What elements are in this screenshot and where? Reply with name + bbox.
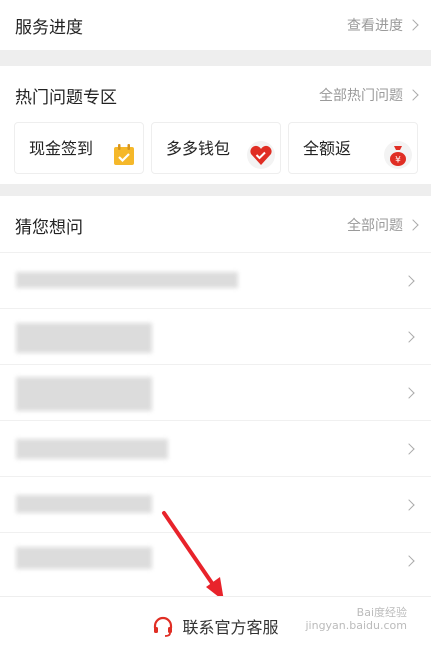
question-row[interactable]: [0, 308, 431, 364]
watermark-line1: Bai度经验: [356, 606, 407, 619]
all-questions-link[interactable]: 全部问题: [347, 215, 419, 235]
hot-item-cash-signin[interactable]: 现金签到: [14, 122, 144, 174]
service-progress-card: 服务进度 查看进度: [0, 0, 431, 50]
blurred-question-text: [16, 323, 152, 353]
contact-official-service-button[interactable]: 联系官方客服: [152, 614, 279, 638]
chevron-right-icon: [407, 89, 419, 101]
chevron-right-icon: [403, 443, 415, 455]
hot-item-label: 多多钱包: [166, 139, 231, 158]
chevron-right-icon: [407, 19, 419, 31]
chevron-right-icon: [403, 275, 415, 287]
guess-questions-title: 猜您想问: [15, 217, 83, 238]
hot-item-full-refund[interactable]: 全额返 ¥: [288, 122, 418, 174]
hot-questions-list: 现金签到 多多钱包 全额返 ¥: [14, 122, 418, 174]
blurred-question-text: [16, 272, 238, 288]
blurred-question-text: [16, 547, 152, 569]
service-progress-row[interactable]: 服务进度 查看进度: [0, 0, 431, 50]
question-row[interactable]: [0, 252, 431, 308]
svg-text:¥: ¥: [395, 156, 401, 166]
view-progress-link[interactable]: 查看进度: [347, 15, 419, 35]
chevron-right-icon: [407, 219, 419, 231]
hot-questions-title: 热门问题专区: [15, 87, 117, 108]
question-row[interactable]: [0, 420, 431, 476]
all-questions-label: 全部问题: [347, 218, 403, 234]
wallet-heart-icon: [247, 141, 275, 169]
view-progress-label: 查看进度: [347, 18, 403, 34]
headset-icon: [154, 616, 173, 637]
guess-questions-header: 猜您想问 全部问题: [0, 200, 431, 250]
hot-item-wallet[interactable]: 多多钱包: [151, 122, 281, 174]
blurred-question-text: [16, 377, 152, 411]
contact-official-service-label: 联系官方客服: [182, 618, 279, 637]
annotation-arrow-icon: [162, 511, 224, 601]
chevron-right-icon: [403, 555, 415, 567]
service-progress-title: 服务进度: [15, 17, 83, 38]
chevron-right-icon: [403, 331, 415, 343]
blurred-question-text: [16, 495, 152, 513]
question-row[interactable]: [0, 364, 431, 420]
chevron-right-icon: [403, 499, 415, 511]
all-hot-questions-label: 全部热门问题: [319, 88, 403, 104]
hot-item-label: 全额返: [303, 139, 352, 158]
watermark: Bai度经验 jingyan.baidu.com: [305, 606, 407, 632]
blurred-question-text: [16, 439, 168, 459]
calendar-icon: [114, 144, 134, 165]
all-hot-questions-link[interactable]: 全部热门问题: [319, 85, 419, 105]
watermark-line2: jingyan.baidu.com: [305, 619, 407, 633]
chevron-right-icon: [403, 387, 415, 399]
money-bag-icon: ¥: [384, 141, 412, 169]
hot-questions-header: 热门问题专区 全部热门问题: [0, 70, 431, 120]
hot-item-label: 现金签到: [29, 139, 94, 158]
